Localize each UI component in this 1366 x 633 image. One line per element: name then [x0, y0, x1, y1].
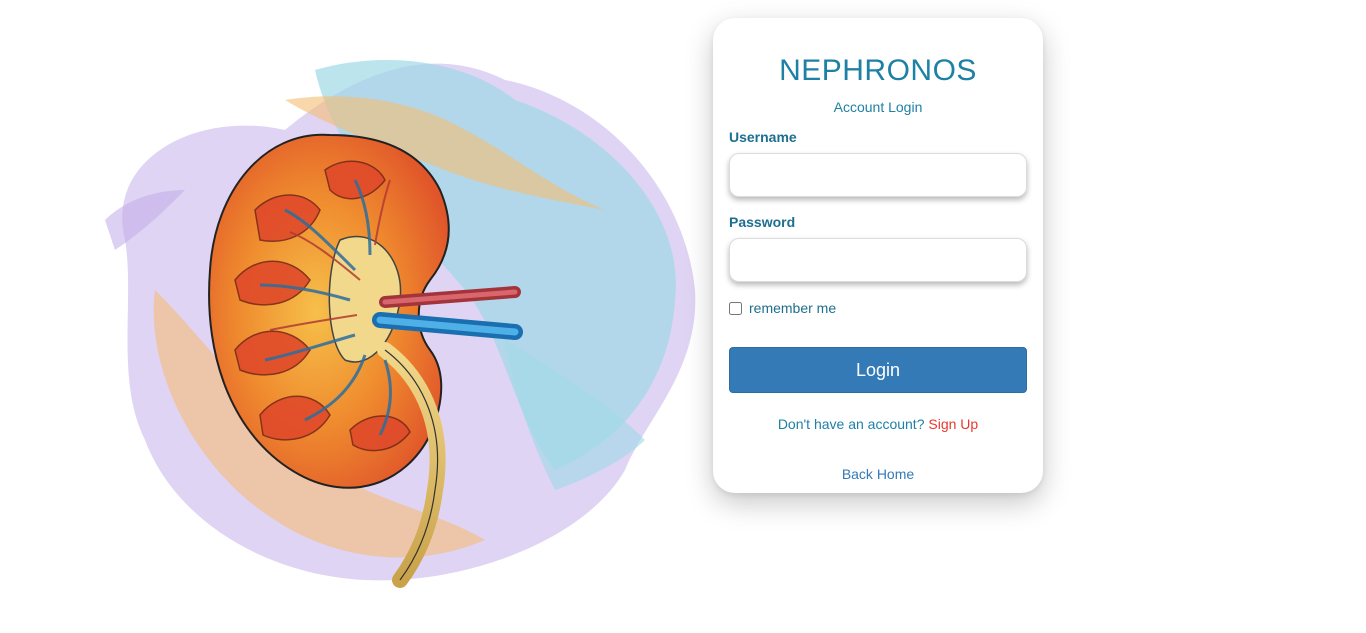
back-home-link[interactable]: Back Home: [729, 465, 1027, 483]
username-input[interactable]: [729, 153, 1027, 197]
login-page: NEPHRONOS Account Login Username Passwor…: [0, 0, 1366, 633]
kidney-illustration: [105, 60, 696, 588]
signup-prompt: Don't have an account?: [777, 416, 929, 432]
password-label: Password: [729, 214, 796, 230]
login-button[interactable]: Login: [729, 347, 1027, 393]
account-login-subtitle: Account Login: [833, 99, 923, 115]
signup-link[interactable]: Sign Up: [928, 416, 978, 432]
remember-me-label: remember me: [749, 300, 837, 316]
password-input[interactable]: [729, 238, 1027, 282]
username-label: Username: [729, 129, 797, 145]
signup-row: Don't have an account? Sign Up: [729, 415, 1027, 433]
brand-title: NEPHRONOS: [779, 54, 977, 87]
remember-me-checkbox[interactable]: [729, 301, 742, 315]
remember-me-row[interactable]: remember me: [729, 300, 1027, 316]
login-card: NEPHRONOS Account Login Username Passwor…: [713, 18, 1043, 493]
